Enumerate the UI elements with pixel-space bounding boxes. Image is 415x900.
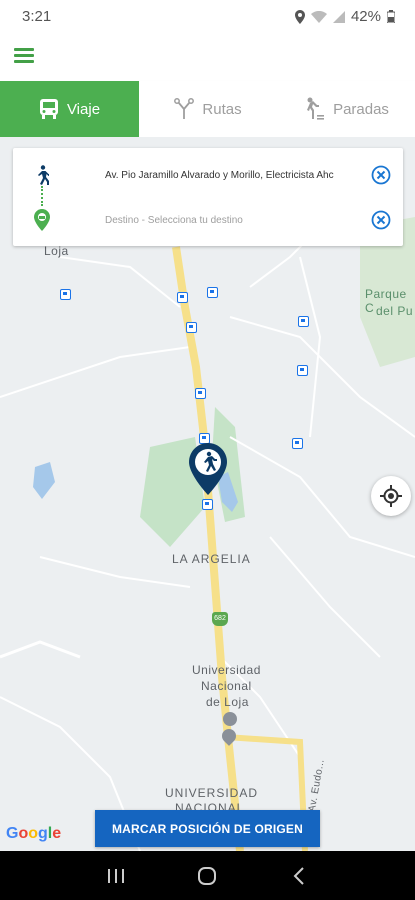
bus-stop-icon[interactable] — [207, 287, 218, 298]
map-label-universidad: Universidad — [192, 663, 261, 677]
bus-stop-icon[interactable] — [195, 388, 206, 399]
tab-bar: Viaje Rutas Paradas — [0, 81, 415, 137]
app-bar — [0, 34, 415, 81]
tab-viaje-label: Viaje — [66, 100, 101, 118]
bus-stop-icon[interactable] — [297, 365, 308, 376]
destination-field[interactable]: Destino - Selecciona tu destino — [71, 215, 359, 226]
back-button[interactable] — [279, 861, 319, 891]
tab-paradas[interactable]: Paradas — [277, 81, 415, 137]
battery-percent: 42% — [350, 8, 381, 25]
map-label-universidad-caps: UNIVERSIDAD — [165, 786, 259, 800]
status-time: 3:21 — [22, 8, 52, 25]
map-label-parque-2: del Pu — [376, 304, 414, 318]
clear-origin-button[interactable] — [359, 165, 403, 185]
bus-stop-icon[interactable] — [202, 499, 213, 510]
set-origin-button[interactable]: MARCAR POSICIÓN DE ORIGEN — [95, 810, 320, 847]
system-nav-bar — [0, 851, 415, 900]
home-button[interactable] — [187, 861, 227, 891]
battery-icon — [387, 10, 395, 23]
route-badge: 682 — [212, 612, 228, 626]
crosshair-icon — [380, 485, 402, 507]
origin-field[interactable]: Av. Pio Jaramillo Alvarado y Morillo, El… — [71, 170, 359, 181]
status-icons: 42% — [294, 8, 395, 25]
menu-icon[interactable] — [14, 48, 34, 64]
map-label-la-argelia: LA ARGELIA — [172, 552, 251, 566]
map-label-nacional: Nacional — [201, 679, 252, 693]
status-bar: 3:21 42% — [0, 0, 415, 34]
destination-pin-icon — [13, 209, 71, 231]
back-icon — [293, 866, 304, 885]
map-label-loja: Loja — [44, 244, 69, 258]
destination-row[interactable]: Destino - Selecciona tu destino — [13, 198, 403, 242]
close-circle-icon — [371, 165, 391, 185]
stops-icon — [303, 97, 325, 121]
my-location-button[interactable] — [371, 476, 411, 516]
routes-icon — [174, 98, 195, 120]
bus-icon — [39, 98, 59, 120]
tab-rutas-label: Rutas — [202, 100, 242, 118]
origin-row[interactable]: Av. Pio Jaramillo Alvarado y Morillo, El… — [13, 153, 403, 197]
location-icon — [294, 9, 305, 24]
origin-marker[interactable] — [189, 443, 227, 495]
recent-apps-icon — [107, 868, 124, 883]
map-label-de-loja: de Loja — [206, 695, 249, 709]
recent-apps-button[interactable] — [96, 861, 136, 891]
bus-stop-icon[interactable] — [186, 322, 197, 333]
clear-destination-button[interactable] — [359, 210, 403, 230]
wifi-icon — [310, 10, 327, 23]
close-circle-icon — [371, 210, 391, 230]
graduation-cap-icon — [223, 712, 237, 726]
bus-stop-icon[interactable] — [298, 316, 309, 327]
walk-icon — [13, 165, 71, 185]
tab-paradas-label: Paradas — [333, 100, 389, 118]
pedestrian-marker-icon — [189, 443, 227, 495]
signal-icon — [332, 10, 345, 23]
home-icon — [198, 866, 217, 885]
bus-stop-icon[interactable] — [60, 289, 71, 300]
trip-search-card: Av. Pio Jaramillo Alvarado y Morillo, El… — [13, 148, 403, 246]
bus-stop-icon[interactable] — [177, 292, 188, 303]
google-logo: Google — [6, 825, 62, 842]
bus-stop-icon[interactable] — [292, 438, 303, 449]
tab-rutas[interactable]: Rutas — [139, 81, 277, 137]
tab-viaje[interactable]: Viaje — [0, 81, 139, 137]
